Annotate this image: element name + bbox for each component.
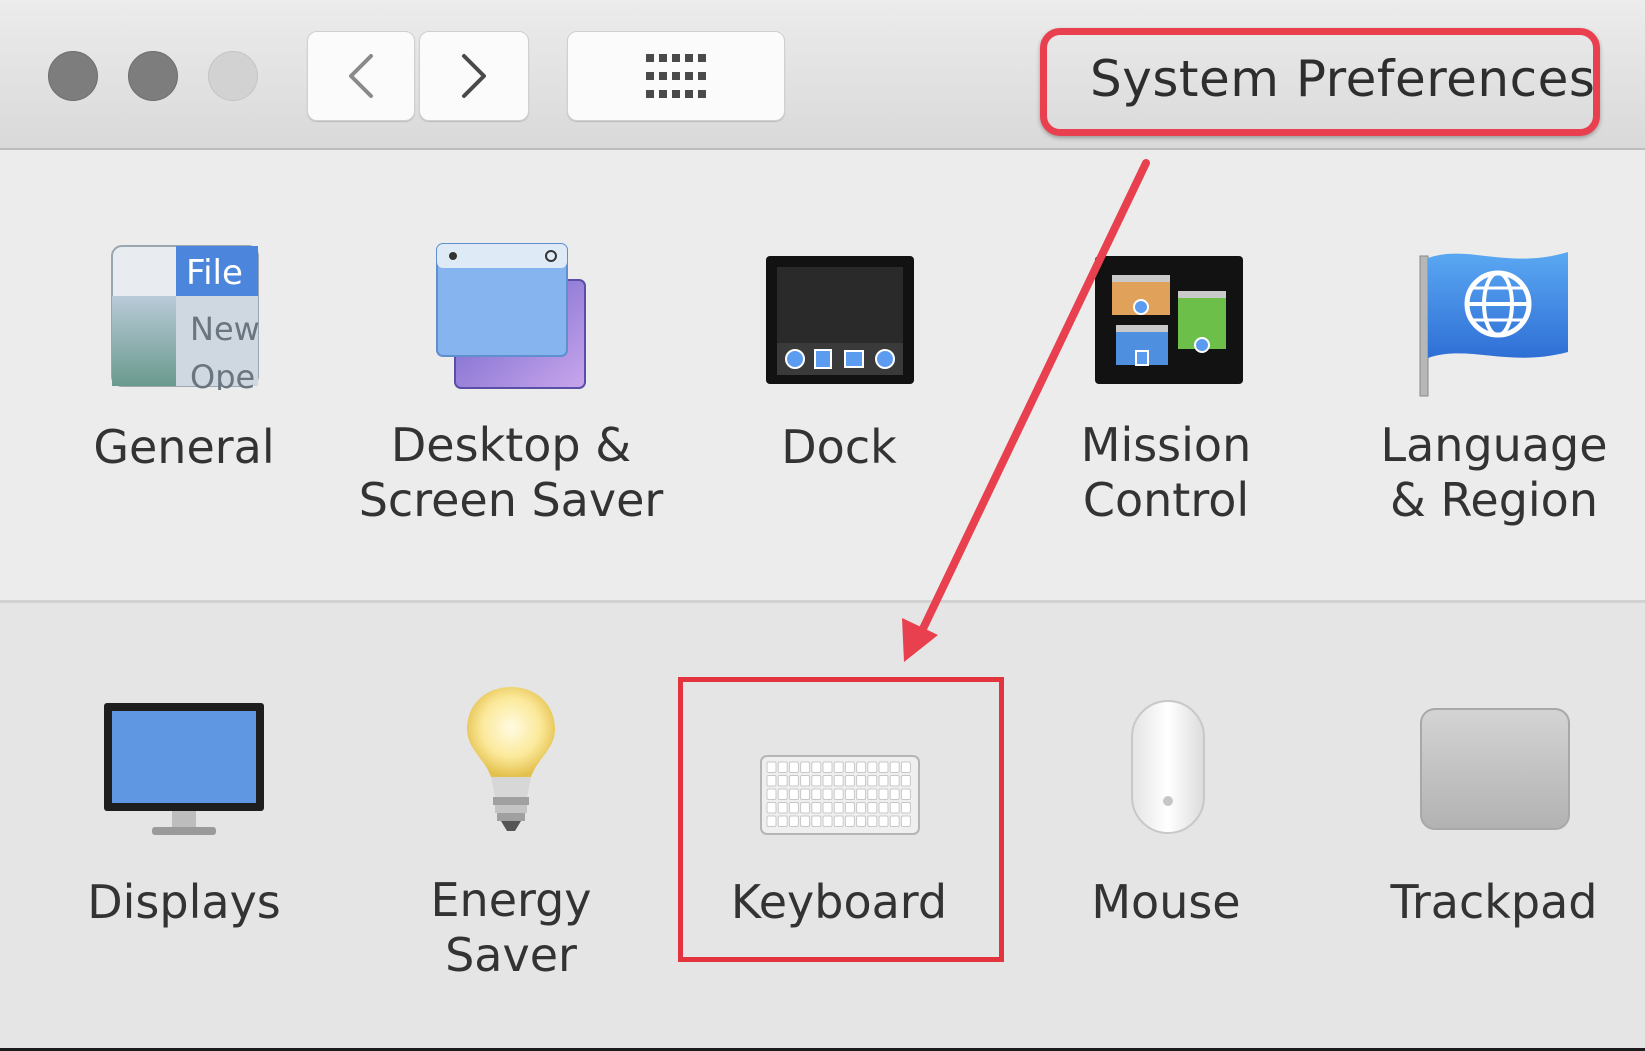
- pref-general[interactable]: File New Ope General: [24, 240, 344, 490]
- pref-mouse-label: Mouse: [1091, 875, 1241, 929]
- display-monitor-icon: [104, 703, 264, 835]
- mouse-icon: [1131, 700, 1205, 834]
- pref-displays-label: Displays: [87, 875, 281, 929]
- pref-general-label: General: [93, 420, 275, 474]
- pref-language-label: Language & Region: [1380, 418, 1608, 527]
- pref-dock[interactable]: Dock: [679, 240, 999, 490]
- dock-icon: [766, 256, 914, 384]
- flag-globe-icon: [1419, 252, 1568, 397]
- pref-trackpad[interactable]: Trackpad: [1334, 695, 1645, 945]
- keyboard-highlight-box: [678, 677, 1004, 962]
- chevron-left-icon: [349, 54, 373, 98]
- pref-energy-saver[interactable]: Energy Saver: [351, 685, 671, 985]
- back-button[interactable]: [307, 31, 415, 121]
- general-icon: File New Ope: [111, 245, 260, 390]
- show-all-button[interactable]: [567, 31, 785, 121]
- pref-mission-label: Mission Control: [1080, 418, 1252, 527]
- mission-control-icon: [1095, 256, 1243, 384]
- grid-icon: [646, 54, 706, 98]
- pref-energy-label: Energy Saver: [430, 873, 592, 982]
- svg-text:File: File: [186, 253, 243, 293]
- title-highlight-box: [1040, 28, 1600, 136]
- pref-dock-label: Dock: [781, 420, 897, 474]
- chevron-right-icon: [462, 54, 486, 98]
- close-button[interactable]: [48, 51, 98, 101]
- pref-displays[interactable]: Displays: [24, 695, 344, 945]
- light-bulb-icon: [467, 687, 555, 831]
- pref-language-region[interactable]: Language & Region: [1334, 240, 1645, 540]
- trackpad-icon: [1420, 708, 1570, 830]
- svg-text:Ope: Ope: [190, 358, 255, 390]
- svg-text:New: New: [190, 310, 260, 348]
- pref-mouse[interactable]: Mouse: [1006, 695, 1326, 945]
- pref-mission-control[interactable]: Mission Control: [1006, 240, 1326, 540]
- pref-desktop-screen-saver[interactable]: Desktop & Screen Saver: [351, 240, 671, 540]
- minimize-button[interactable]: [128, 51, 178, 101]
- pref-trackpad-label: Trackpad: [1390, 875, 1598, 929]
- system-preferences-window: System Preferences File New Ope General: [0, 0, 1645, 1048]
- forward-button[interactable]: [419, 31, 529, 121]
- pref-desktop-label: Desktop & Screen Saver: [358, 418, 664, 527]
- desktop-screensaver-icon: [436, 243, 586, 389]
- zoom-button[interactable]: [208, 51, 258, 101]
